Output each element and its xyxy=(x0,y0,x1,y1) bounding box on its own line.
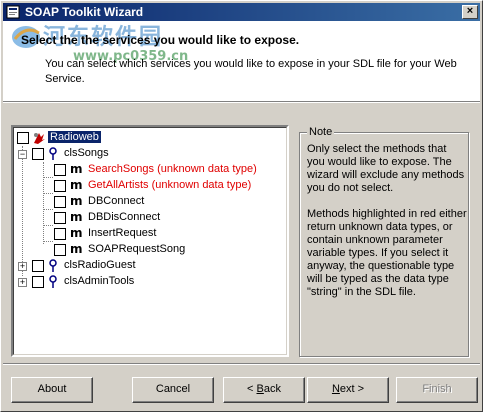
tree-class-node[interactable]: + clsRadioGuest xyxy=(14,258,284,274)
services-tree-frame: Radioweb − clsSongs m SearchSongs (unkno… xyxy=(13,127,287,355)
cancel-button-label: Cancel xyxy=(155,383,191,395)
tree-method-node[interactable]: m DBDisConnect xyxy=(14,210,284,226)
page-description: You can select which services you would … xyxy=(45,58,457,85)
header-divider xyxy=(3,101,480,103)
class-checkbox[interactable] xyxy=(32,260,44,272)
footer-divider xyxy=(3,363,480,365)
note-text: Only select the methods that you would l… xyxy=(307,143,467,312)
tree-method-node[interactable]: m SearchSongs (unknown data type) xyxy=(14,162,284,178)
tree-method-node[interactable]: m InsertRequest xyxy=(14,226,284,242)
method-checkbox[interactable] xyxy=(54,212,66,224)
note-paragraph: Only select the methods that you would l… xyxy=(307,143,465,194)
method-checkbox[interactable] xyxy=(54,164,66,176)
method-icon: m xyxy=(70,210,83,224)
root-checkbox[interactable] xyxy=(17,132,29,144)
class-label: clsRadioGuest xyxy=(64,259,136,271)
tree-class-node[interactable]: − clsSongs xyxy=(14,146,284,162)
tree-class-node[interactable]: + clsAdminTools xyxy=(14,274,284,290)
method-icon: m xyxy=(70,194,83,208)
method-checkbox[interactable] xyxy=(54,196,66,208)
method-icon: m xyxy=(70,162,83,176)
app-icon xyxy=(6,5,20,19)
expand-toggle[interactable]: + xyxy=(18,278,27,287)
method-label: InsertRequest xyxy=(88,227,157,239)
note-paragraph: Methods highlighted in red either return… xyxy=(307,208,467,298)
tree-method-node[interactable]: m DBConnect xyxy=(14,194,284,210)
next-button-label: ext > xyxy=(339,383,365,395)
close-icon: × xyxy=(466,5,474,17)
about-button[interactable]: About xyxy=(11,377,93,403)
tree-method-node[interactable]: m GetAllArtists (unknown data type) xyxy=(14,178,284,194)
method-icon: m xyxy=(70,242,83,256)
about-button-label: About xyxy=(37,383,67,395)
method-checkbox[interactable] xyxy=(54,228,66,240)
note-legend: Note xyxy=(307,126,335,138)
tree-root-node[interactable]: Radioweb xyxy=(14,130,284,146)
tree-method-node[interactable]: m SOAPRequestSong xyxy=(14,242,284,258)
services-tree[interactable]: Radioweb − clsSongs m SearchSongs (unkno… xyxy=(11,125,289,357)
class-icon xyxy=(49,147,57,160)
method-icon: m xyxy=(70,178,83,192)
class-icon xyxy=(49,275,57,288)
method-label: DBConnect xyxy=(88,195,145,207)
method-checkbox[interactable] xyxy=(54,244,66,256)
page-heading: Select the the services you would like t… xyxy=(21,33,300,47)
back-button-arrow: < xyxy=(247,383,257,395)
cancel-button[interactable]: Cancel xyxy=(132,377,214,403)
class-icon xyxy=(49,259,57,272)
method-icon: m xyxy=(70,226,83,240)
web-service-icon xyxy=(34,133,45,144)
method-label: DBDisConnect xyxy=(88,211,161,223)
finish-button[interactable]: Finish xyxy=(396,377,478,403)
class-label: clsSongs xyxy=(64,147,109,159)
finish-button-label: Finish xyxy=(422,383,452,395)
method-checkbox[interactable] xyxy=(54,180,66,192)
wizard-window: SOAP Toolkit Wizard × 河东软件园 Select the t… xyxy=(0,0,483,412)
class-checkbox[interactable] xyxy=(32,276,44,288)
expand-toggle[interactable]: + xyxy=(18,262,27,271)
close-button[interactable]: × xyxy=(462,5,478,19)
window-title: SOAP Toolkit Wizard xyxy=(25,5,144,19)
class-label: clsAdminTools xyxy=(64,275,135,287)
method-label: SearchSongs (unknown data type) xyxy=(88,163,257,175)
wizard-header: 河东软件园 Select the the services you would … xyxy=(3,21,480,101)
back-button[interactable]: < Back xyxy=(223,377,305,403)
next-button[interactable]: Next > xyxy=(307,377,389,403)
root-label: Radioweb xyxy=(48,131,101,143)
class-checkbox[interactable] xyxy=(32,148,44,160)
next-button-mnemonic: N xyxy=(331,383,340,395)
collapse-toggle[interactable]: − xyxy=(18,150,27,159)
method-label: GetAllArtists (unknown data type) xyxy=(88,179,252,191)
back-button-label: ack xyxy=(263,383,281,395)
back-button-mnemonic: B xyxy=(256,383,264,395)
method-label: SOAPRequestSong xyxy=(88,243,186,255)
